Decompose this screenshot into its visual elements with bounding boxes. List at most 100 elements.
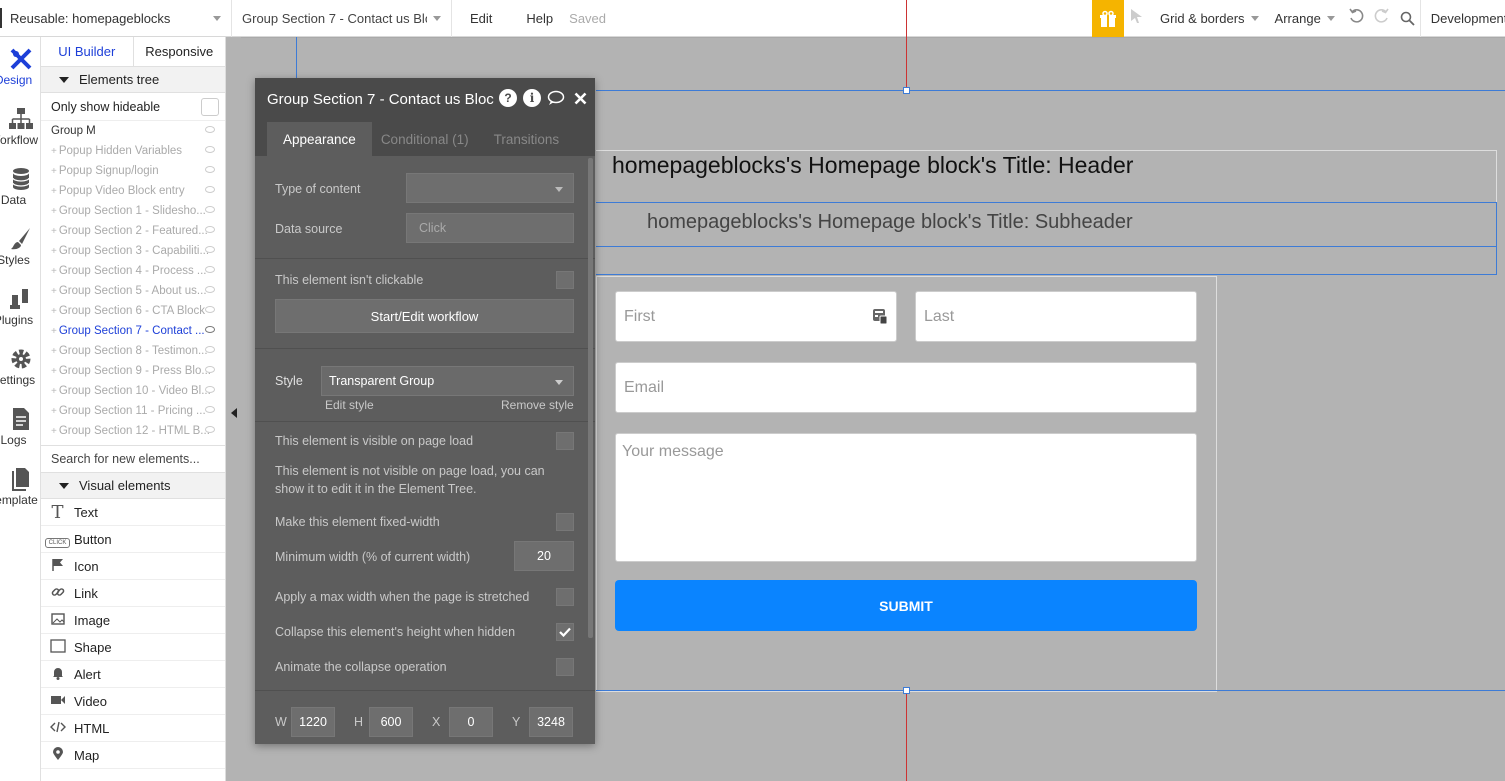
tree-item[interactable]: + Group Section 6 - CTA Block xyxy=(41,301,225,321)
style-select[interactable]: Transparent Group xyxy=(321,366,574,396)
eye-icon[interactable] xyxy=(205,246,215,253)
visible-on-load-checkbox[interactable] xyxy=(556,432,574,450)
rail-item-styles[interactable]: Styles xyxy=(0,227,40,267)
first-name-input[interactable]: First xyxy=(615,291,897,342)
help-icon[interactable]: ? xyxy=(499,89,517,107)
expand-icon[interactable]: + xyxy=(51,246,57,257)
expand-icon[interactable]: + xyxy=(51,286,57,297)
last-name-input[interactable]: Last xyxy=(915,291,1197,342)
elements-tree-header[interactable]: Elements tree xyxy=(41,67,225,93)
eye-icon[interactable] xyxy=(205,306,215,313)
tree-item[interactable]: + Group Section 7 - Contact ... xyxy=(41,321,225,341)
animate-collapse-checkbox[interactable] xyxy=(556,658,574,676)
eye-icon[interactable] xyxy=(205,226,215,233)
tree-item[interactable]: Group M xyxy=(41,121,225,141)
expand-icon[interactable]: + xyxy=(51,306,57,317)
tree-item[interactable]: + Group Section 5 - About us... xyxy=(41,281,225,301)
eye-icon[interactable] xyxy=(205,166,215,173)
eye-icon[interactable] xyxy=(205,266,215,273)
type-of-content-select[interactable] xyxy=(406,173,574,203)
tree-item[interactable]: + Group Section 10 - Video Bl... xyxy=(41,381,225,401)
message-textarea[interactable]: Your message xyxy=(615,433,1197,562)
tab-ui-builder[interactable]: UI Builder xyxy=(41,37,134,66)
edit-style-link[interactable]: Edit style xyxy=(325,398,374,412)
tree-item[interactable]: + Group Section 11 - Pricing ... xyxy=(41,401,225,421)
rail-item-logs[interactable]: Logs xyxy=(0,407,40,447)
y-input[interactable]: 3248 xyxy=(529,707,573,737)
eye-icon[interactable] xyxy=(205,386,215,393)
tree-item[interactable]: + Group Section 3 - Capabiliti... xyxy=(41,241,225,261)
tree-item[interactable]: + Popup Signup/login xyxy=(41,161,225,181)
expand-icon[interactable]: + xyxy=(51,326,57,337)
data-source-input[interactable]: Click xyxy=(406,213,574,243)
info-icon[interactable]: i xyxy=(523,89,541,107)
height-input[interactable]: 600 xyxy=(369,707,413,737)
tree-item[interactable]: + Group Section 4 - Process ... xyxy=(41,261,225,281)
tab-conditional[interactable]: Conditional (1) xyxy=(372,122,478,156)
expand-icon[interactable]: + xyxy=(51,346,57,357)
resize-handle-top[interactable] xyxy=(903,87,910,94)
gift-icon[interactable] xyxy=(1092,0,1124,37)
expand-icon[interactable]: + xyxy=(51,146,57,157)
fixed-width-checkbox[interactable] xyxy=(556,513,574,531)
submit-button[interactable]: SUBMIT xyxy=(615,580,1197,631)
not-clickable-checkbox[interactable] xyxy=(556,271,574,289)
tree-item[interactable]: + Popup Video Block entry xyxy=(41,181,225,201)
expand-icon[interactable]: + xyxy=(51,386,57,397)
tab-appearance[interactable]: Appearance xyxy=(267,122,372,156)
expand-icon[interactable]: + xyxy=(51,406,57,417)
x-input[interactable]: 0 xyxy=(449,707,493,737)
collapse-checkbox[interactable] xyxy=(556,623,574,641)
help-menu[interactable]: Help xyxy=(492,11,553,26)
remove-style-link[interactable]: Remove style xyxy=(501,398,574,412)
visual-element-image[interactable]: Image xyxy=(41,607,225,634)
search-icon[interactable] xyxy=(1395,0,1421,37)
block-subheader-text[interactable]: homepageblocks's Homepage block's Title:… xyxy=(647,211,1133,234)
visual-element-link[interactable]: Link xyxy=(41,580,225,607)
rail-item-design[interactable]: Design xyxy=(0,47,40,87)
only-hideable-checkbox[interactable] xyxy=(201,98,219,116)
environment-selector[interactable]: Development xyxy=(1421,11,1505,26)
eye-icon[interactable] xyxy=(205,426,215,433)
collapse-panel-icon[interactable] xyxy=(231,408,237,418)
visual-element-video[interactable]: Video xyxy=(41,688,225,715)
editor-scrollbar[interactable] xyxy=(588,158,593,638)
tab-transitions[interactable]: Transitions xyxy=(478,122,576,156)
arrange-menu[interactable]: Arrange xyxy=(1267,11,1343,26)
start-edit-workflow-button[interactable]: Start/Edit workflow xyxy=(275,299,574,333)
eye-icon[interactable] xyxy=(205,126,215,133)
tree-item[interactable]: + Group Section 1 - Slidesho... xyxy=(41,201,225,221)
comment-icon[interactable] xyxy=(547,89,565,107)
eye-icon[interactable] xyxy=(205,326,215,333)
min-width-input[interactable]: 20 xyxy=(514,541,574,571)
page-selector[interactable]: Reusable: homepageblocks xyxy=(0,0,232,37)
expand-icon[interactable]: + xyxy=(51,166,57,177)
eye-icon[interactable] xyxy=(205,406,215,413)
visual-elements-header[interactable]: Visual elements xyxy=(41,473,225,499)
cursor-icon[interactable] xyxy=(1124,8,1150,29)
visual-element-alert[interactable]: Alert xyxy=(41,661,225,688)
tree-item[interactable]: + Popup Hidden Variables xyxy=(41,141,225,161)
rail-item-data[interactable]: Data xyxy=(0,167,40,207)
visual-element-icon[interactable]: Icon xyxy=(41,553,225,580)
tree-item[interactable]: + Group Section 12 - HTML B... xyxy=(41,421,225,441)
rail-item-plugins[interactable]: Plugins xyxy=(0,287,40,327)
redo-icon[interactable] xyxy=(1369,8,1395,29)
element-selector[interactable]: Group Section 7 - Contact us Block xyxy=(232,0,452,37)
tree-item[interactable]: + Group Section 2 - Featured... xyxy=(41,221,225,241)
undo-icon[interactable] xyxy=(1343,8,1369,29)
resize-handle-bottom[interactable] xyxy=(903,687,910,694)
expand-icon[interactable]: + xyxy=(51,266,57,277)
rail-item-settings[interactable]: Settings xyxy=(0,347,40,387)
tree-item[interactable]: + Group Section 8 - Testimon... xyxy=(41,341,225,361)
grid-borders-menu[interactable]: Grid & borders xyxy=(1150,11,1267,26)
visual-element-map[interactable]: Map xyxy=(41,742,225,769)
expand-icon[interactable]: + xyxy=(51,206,57,217)
width-input[interactable]: 1220 xyxy=(291,707,335,737)
editor-header[interactable]: Group Section 7 - Contact us Bloc ? i xyxy=(255,78,595,120)
expand-icon[interactable]: + xyxy=(51,426,57,437)
visual-element-html[interactable]: HTML xyxy=(41,715,225,742)
visual-element-text[interactable]: T Text xyxy=(41,499,225,526)
search-elements-input[interactable]: Search for new elements... xyxy=(41,445,225,473)
eye-icon[interactable] xyxy=(205,366,215,373)
